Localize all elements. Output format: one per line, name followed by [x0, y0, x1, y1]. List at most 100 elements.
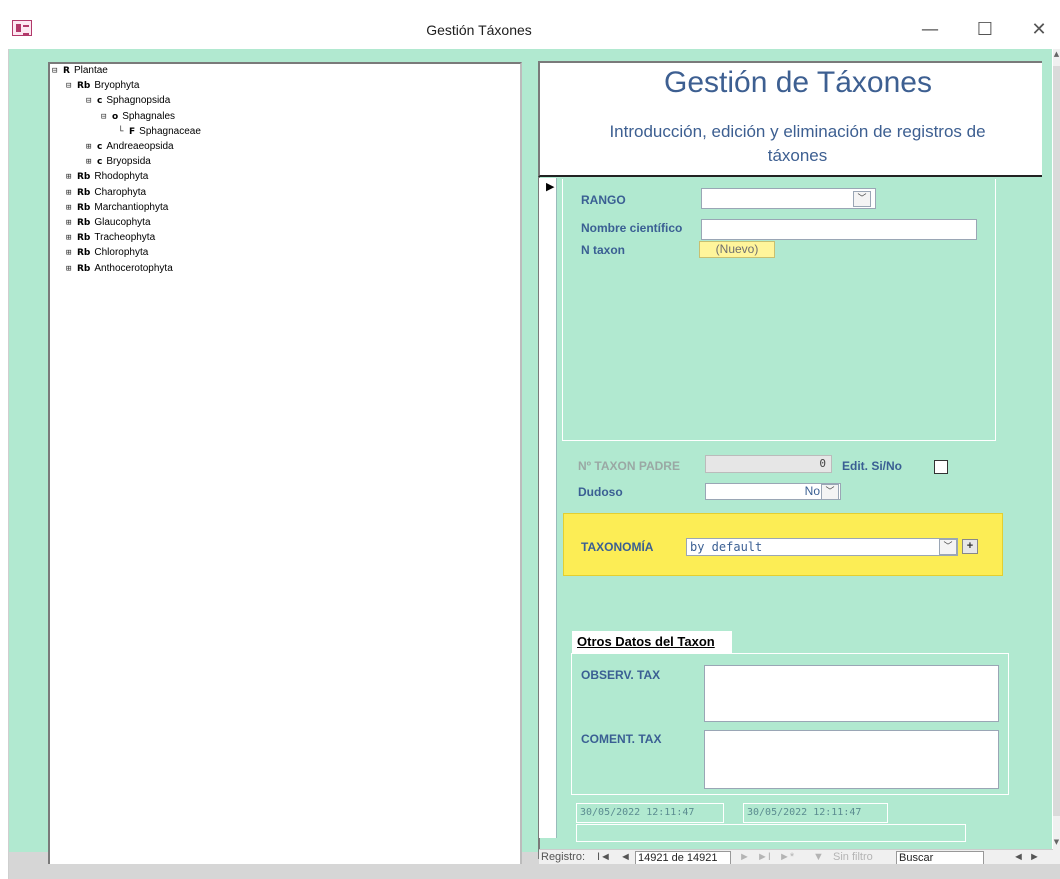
tree-toggle-icon[interactable]: ⊞ — [86, 156, 97, 168]
n-taxon-label: N taxon — [581, 243, 626, 257]
tree-toggle-icon[interactable]: ⊟ — [52, 65, 63, 77]
rank-icon: Rb — [77, 81, 91, 92]
tree-node[interactable]: ⊟ Rb Bryophyta — [66, 80, 139, 92]
taxon-padre-label: Nº TAXON PADRE — [578, 459, 680, 473]
taxon-padre-field[interactable]: 0 — [705, 455, 832, 473]
window-left-edge — [0, 49, 9, 879]
rank-icon: Rb — [77, 187, 91, 198]
prev-record-button[interactable]: ◄ — [620, 850, 631, 864]
tree-node-label: Glaucophyta — [94, 217, 151, 228]
tree-node[interactable]: ⊞ Rb Anthocerotophyta — [66, 263, 173, 275]
tree-node[interactable]: ⊞ Rb Rhodophyta — [66, 171, 148, 183]
tree-node-label: Bryopsida — [106, 156, 151, 168]
rank-icon: F — [129, 126, 136, 137]
dudoso-dropdown-icon[interactable]: ﹀ — [821, 484, 839, 500]
taxonomia-dropdown-icon[interactable]: ﹀ — [939, 539, 957, 555]
edit-checkbox[interactable] — [934, 460, 948, 474]
current-record-field[interactable]: 14921 de 14921 — [635, 851, 731, 864]
otros-datos-tab[interactable]: Otros Datos del Taxon — [572, 631, 732, 653]
rank-icon: Rb — [77, 172, 91, 183]
first-record-button[interactable]: I◄ — [597, 850, 611, 864]
record-navigation-bar: Registro: I◄ ◄ 14921 de 14921 ► ►I ►* ▼ … — [539, 849, 1053, 864]
tree-node-label: Sphagnales — [122, 110, 176, 122]
next-record-button[interactable]: ► — [739, 850, 750, 864]
scrollbar-thumb[interactable] — [1053, 66, 1060, 816]
rank-icon: o — [112, 111, 119, 122]
tree-node-label: Rhodophyta — [94, 171, 149, 183]
tree-node-label: Plantae — [73, 65, 108, 76]
last-record-button[interactable]: ►I — [757, 850, 771, 864]
tree-toggle-icon[interactable]: ⊞ — [66, 247, 77, 259]
taxonomia-combobox[interactable]: by default — [686, 538, 958, 556]
timestamp-footer-field — [576, 824, 966, 842]
scroll-down-button[interactable]: ▼ — [1053, 838, 1060, 852]
filter-status[interactable]: Sin filtro — [833, 850, 873, 864]
scroll-up-button[interactable]: ▲ — [1053, 50, 1060, 64]
tree-toggle-icon[interactable]: ⊞ — [66, 263, 77, 275]
rank-icon: c — [97, 157, 103, 168]
tree-toggle-icon[interactable]: ⊟ — [66, 80, 77, 92]
rank-icon: Rb — [77, 263, 91, 274]
maximize-button[interactable]: ☐ — [962, 12, 1008, 48]
observ-tax-textarea[interactable] — [704, 665, 999, 722]
close-button[interactable]: ✕ — [1016, 12, 1060, 48]
tree-node[interactable]: ⊞ c Bryopsida — [86, 156, 151, 168]
scroll-right-button[interactable]: ► — [1029, 850, 1040, 864]
rank-icon: Rb — [77, 218, 91, 228]
tree-node[interactable]: └ F Sphagnaceae — [118, 126, 201, 138]
tree-node-label: Sphagnopsida — [106, 95, 171, 107]
n-taxon-value: (Nuevo) — [699, 241, 775, 258]
tree-toggle-icon[interactable]: ⊞ — [86, 141, 97, 153]
tree-node[interactable]: ⊞ c Andreaeopsida — [86, 141, 174, 153]
tree-node-label: Chlorophyta — [94, 247, 149, 259]
created-timestamp: 30/05/2022 12:11:47 — [576, 803, 724, 823]
tree-toggle-icon[interactable]: ⊞ — [66, 232, 77, 244]
tree-node[interactable]: ⊟ R Plantae — [52, 65, 108, 77]
dudoso-label: Dudoso — [578, 485, 623, 499]
tree-node-label: Sphagnaceae — [139, 125, 201, 137]
tree-node-label: Charophyta — [94, 186, 147, 198]
tree-toggle-icon[interactable]: ⊟ — [101, 111, 112, 123]
observ-tax-label: OBSERV. TAX — [581, 668, 661, 682]
filter-icon[interactable]: ▼ — [813, 850, 824, 864]
tree-node[interactable]: ⊟ o Sphagnales — [101, 111, 175, 123]
rank-icon: Rb — [77, 248, 91, 259]
edit-si-no-label: Edit. Si/No — [842, 459, 902, 473]
coment-tax-textarea[interactable] — [704, 730, 999, 789]
tree-toggle-icon[interactable]: ⊟ — [86, 95, 97, 107]
tree-node[interactable]: ⊞ Rb Charophyta — [66, 187, 146, 199]
tree-node-label: Anthocerotophyta — [94, 262, 173, 274]
tree-toggle-icon[interactable]: └ — [118, 126, 129, 138]
form-subtitle: Introducción, edición y eliminación de r… — [609, 122, 986, 165]
scroll-left-button[interactable]: ◄ — [1013, 850, 1024, 864]
rank-icon: R — [63, 66, 70, 76]
tree-node[interactable]: ⊞ Rb Glaucophyta — [66, 217, 151, 229]
tree-node[interactable]: ⊞ Rb Tracheophyta — [66, 232, 155, 244]
tree-node[interactable]: ⊞ Rb Chlorophyta — [66, 247, 148, 259]
rank-icon: c — [97, 96, 103, 107]
new-record-button[interactable]: ►* — [779, 850, 794, 864]
record-selector[interactable] — [539, 178, 557, 838]
rango-combobox[interactable] — [701, 188, 876, 209]
modified-timestamp: 30/05/2022 12:11:47 — [743, 803, 888, 823]
search-input[interactable]: Buscar — [896, 851, 984, 864]
taxonomia-add-button[interactable]: + — [962, 539, 978, 554]
dudoso-value: No — [804, 484, 820, 498]
current-record-arrow-icon: ▶ — [546, 181, 555, 193]
tree-toggle-icon[interactable]: ⊞ — [66, 171, 77, 183]
tree-node-label: Andreaeopsida — [106, 141, 174, 152]
tree-node-label: Bryophyta — [94, 80, 140, 92]
rango-label: RANGO — [581, 193, 626, 207]
rank-icon: Rb — [77, 233, 91, 244]
tree-node[interactable]: ⊟ c Sphagnopsida — [86, 95, 170, 107]
rango-dropdown-icon[interactable]: ﹀ — [853, 191, 871, 207]
tree-node[interactable]: ⊞ Rb Marchantiophyta — [66, 202, 168, 214]
minimize-button[interactable]: — — [907, 12, 953, 48]
tree-toggle-icon[interactable]: ⊞ — [66, 217, 77, 229]
rank-icon: c — [97, 142, 103, 152]
tree-toggle-icon[interactable]: ⊞ — [66, 202, 77, 214]
record-label: Registro: — [541, 851, 586, 863]
taxonomia-label: TAXONOMÍA — [581, 540, 654, 554]
nombre-cientifico-input[interactable] — [701, 219, 977, 240]
tree-toggle-icon[interactable]: ⊞ — [66, 187, 77, 199]
